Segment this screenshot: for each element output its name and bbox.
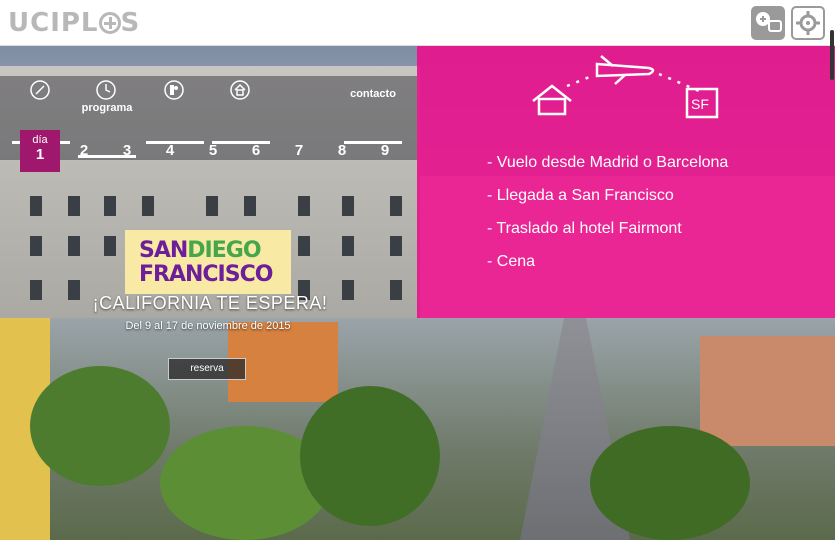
plane-icon bbox=[595, 55, 655, 85]
add-chat-icon bbox=[756, 12, 782, 32]
san-diego-francisco-logo: SANDIEGO FRANCISCO bbox=[125, 230, 291, 294]
itinerary-item: - Vuelo desde Madrid o Barcelona bbox=[487, 154, 729, 171]
hero-section: programa contacto día 1 2 3 4 5 6 7 8 9 bbox=[0, 46, 835, 540]
day-tab[interactable]: 3 bbox=[107, 130, 147, 172]
nav-label: contacto bbox=[350, 88, 396, 100]
building-icon bbox=[230, 80, 250, 100]
settings-gear-icon bbox=[796, 11, 820, 35]
logo-text-tail: S bbox=[120, 8, 141, 38]
tree-photo bbox=[30, 366, 170, 486]
logo[interactable]: UCIPL S bbox=[8, 8, 140, 38]
day-tab[interactable]: 6 bbox=[236, 130, 276, 172]
sf-label: SF bbox=[691, 96, 709, 112]
itinerary-item: - Traslado al hotel Fairmont bbox=[487, 220, 682, 237]
day-tab[interactable]: 7 bbox=[279, 130, 319, 172]
day-number: 1 bbox=[35, 146, 45, 163]
clock-icon bbox=[96, 80, 116, 100]
day-tab[interactable]: 9 bbox=[365, 130, 405, 172]
home-icon bbox=[532, 84, 572, 116]
day-tab[interactable]: 8 bbox=[322, 130, 362, 172]
sf-icon: SF bbox=[685, 87, 719, 119]
nav-label: programa bbox=[81, 102, 133, 114]
logo-text: UCIPL bbox=[8, 8, 99, 38]
itinerary-item: - Cena bbox=[487, 253, 536, 270]
day-tab[interactable]: 5 bbox=[193, 130, 233, 172]
day-label: día bbox=[32, 134, 48, 146]
house-photo bbox=[700, 336, 835, 446]
site-header: UCIPL S bbox=[0, 0, 835, 46]
event-dates: Del 9 al 17 de noviembre de 2015 bbox=[125, 320, 291, 332]
pen-icon bbox=[30, 80, 50, 100]
settings-button[interactable] bbox=[791, 6, 825, 40]
day-tab-active[interactable]: día 1 bbox=[20, 130, 60, 172]
day-tab[interactable]: 2 bbox=[64, 130, 104, 172]
tree-photo bbox=[300, 386, 440, 526]
logo-line1: SANDIEGO bbox=[139, 238, 262, 263]
logo-plus-icon bbox=[98, 12, 121, 34]
reserva-button[interactable]: reserva bbox=[168, 358, 246, 380]
tree-photo bbox=[590, 426, 750, 540]
tagline: ¡CALIFORNIA TE ESPERA! bbox=[92, 293, 328, 313]
logo-line2: FRANCISCO bbox=[139, 262, 273, 287]
add-chat-button[interactable] bbox=[751, 6, 785, 40]
itinerary-list: - Vuelo desde Madrid o Barcelona - Llega… bbox=[487, 154, 728, 286]
page-scrollbar[interactable] bbox=[830, 30, 834, 80]
itinerary-item: - Llegada a San Francisco bbox=[487, 187, 674, 204]
registered-icon bbox=[164, 80, 184, 100]
travel-route-graphic: SF bbox=[532, 55, 719, 119]
day-tab[interactable]: 4 bbox=[150, 130, 190, 172]
itinerary-panel: SF - Vuelo desde Madrid o Barcelona - Ll… bbox=[417, 46, 835, 318]
